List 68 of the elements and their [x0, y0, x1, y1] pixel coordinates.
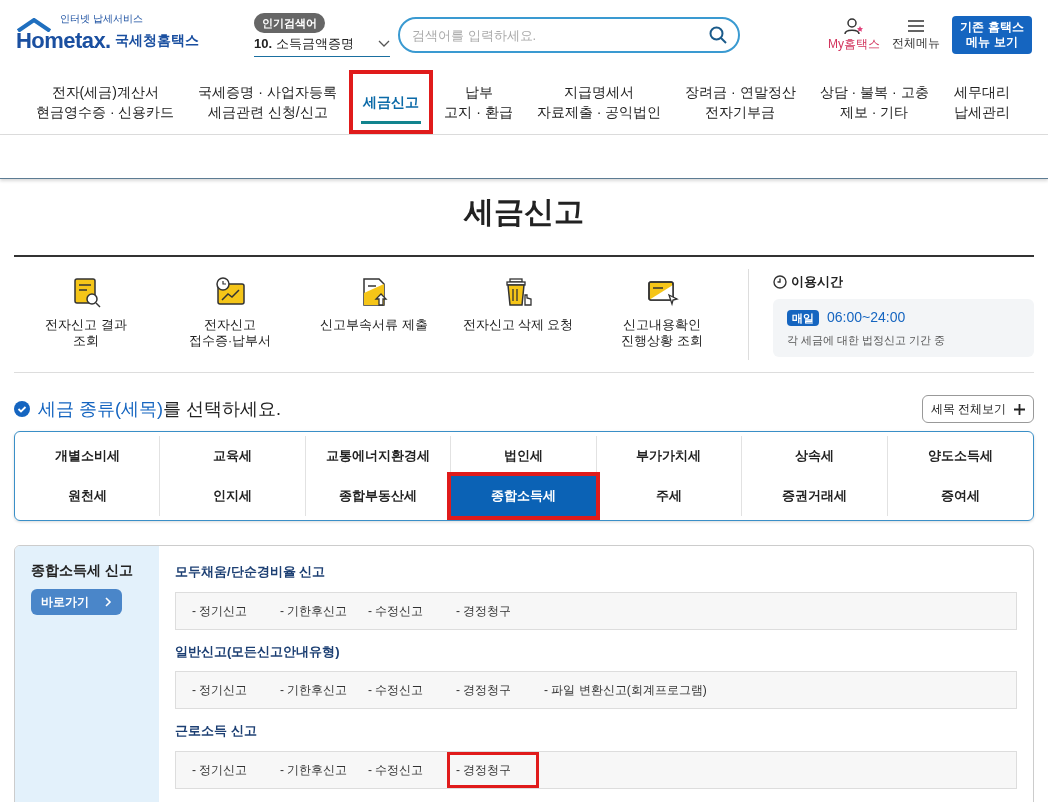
- filing-link[interactable]: - 수정신고: [362, 675, 448, 705]
- filing-link[interactable]: - 파일 변환신고(회계프로그램): [538, 675, 713, 705]
- tax-type-option[interactable]: 양도소득세: [887, 436, 1033, 476]
- usage-time-title: 이용시간: [791, 272, 843, 291]
- chevron-down-icon: [378, 39, 390, 48]
- filing-link[interactable]: - 정기신고: [186, 675, 272, 705]
- filing-link[interactable]: - 수정신고: [362, 754, 448, 785]
- tax-type-option[interactable]: 상속세: [742, 436, 887, 476]
- filing-link[interactable]: - 경정청구: [450, 675, 536, 705]
- quick-menu-link[interactable]: 전자신고 접수증·납부서: [158, 274, 302, 355]
- logo-wordmark[interactable]: Hometax.: [16, 30, 111, 52]
- quick-menu-link[interactable]: 전자신고 결과 조회: [14, 274, 158, 355]
- popular-search-label: 인기검색어: [254, 12, 325, 34]
- tax-type-option[interactable]: 교통에너지환경세: [305, 436, 451, 476]
- nav-tab[interactable]: 세무대리 납세관리: [942, 72, 1023, 132]
- quick-menu-link[interactable]: 전자신고 삭제 요청: [446, 274, 590, 355]
- filing-link[interactable]: - 수정신고: [362, 595, 448, 626]
- tax-type-option[interactable]: 원천세: [15, 476, 160, 516]
- tax-type-option[interactable]: 개별소비세: [15, 436, 160, 476]
- panel-title: 종합소득세 신고: [31, 561, 133, 580]
- popular-search-dropdown[interactable]: 10. 소득금액증명: [254, 31, 390, 58]
- filing-link[interactable]: - 정기신고: [186, 754, 272, 785]
- filing-group-title: 일반신고(모든신고안내유형): [175, 642, 341, 661]
- quick-menu-link[interactable]: 신고부속서류 제출: [302, 274, 446, 355]
- user-icon: [844, 17, 864, 35]
- usage-note: 각 세금에 대한 법정신고 기간 중: [787, 333, 947, 349]
- my-hometax-button[interactable]: My홈택스: [828, 17, 880, 53]
- page-title: 세금신고: [464, 194, 584, 230]
- classic-menu-button[interactable]: 기존 홈택스 메뉴 보기: [952, 16, 1032, 54]
- full-menu-button[interactable]: 전체메뉴: [892, 18, 940, 52]
- filing-link[interactable]: - 기한후신고: [274, 595, 360, 626]
- tax-type-option[interactable]: 주세: [596, 476, 742, 516]
- tax-type-option[interactable]: 종합부동산세: [305, 476, 451, 516]
- filing-link[interactable]: - 경정청구: [450, 754, 536, 785]
- tax-type-option[interactable]: 교육세: [160, 436, 305, 476]
- nav-tab[interactable]: 지급명세서 자료제출 · 공익법인: [524, 72, 674, 132]
- nav-tab[interactable]: 상담 · 불복 · 고충 제보 · 기타: [807, 72, 941, 132]
- tax-type-option[interactable]: 법인세: [451, 436, 596, 476]
- nav-tab[interactable]: 국세증명 · 사업자등록 세금관련 신청/신고: [186, 72, 349, 132]
- filing-group-title: 모두채움/단순경비율 신고: [175, 563, 327, 581]
- filing-link[interactable]: - 경정청구: [450, 595, 536, 626]
- filing-group-title: 근로소득 신고: [175, 722, 258, 740]
- daily-badge: 매일: [787, 309, 819, 326]
- nav-tab[interactable]: 전자(세금)계산서 현금영수증 · 신용카드: [24, 72, 187, 132]
- quick-menu-link[interactable]: 신고내용확인 진행상황 조회: [590, 274, 734, 355]
- tax-type-option[interactable]: 증여세: [887, 476, 1033, 516]
- usage-hours: 06:00~24:00: [827, 308, 906, 328]
- chevron-right-icon: [105, 597, 112, 607]
- view-all-taxes-button[interactable]: 세목 전체보기: [921, 395, 1034, 423]
- filing-link[interactable]: - 기한후신고: [274, 675, 360, 705]
- tax-type-option[interactable]: 부가가치세: [596, 436, 742, 476]
- section-heading: 세금 종류(세목)를 선택하세요.: [38, 397, 281, 421]
- tax-type-option[interactable]: 증권거래세: [742, 476, 887, 516]
- nav-tab[interactable]: 납부 고지 · 환급: [432, 72, 525, 132]
- filing-link[interactable]: - 정기신고: [186, 595, 272, 626]
- plus-icon: [1014, 403, 1025, 415]
- logo-tagline: 인터넷 납세서비스: [60, 13, 143, 25]
- search-field[interactable]: 검색어를 입력하세요.: [398, 17, 740, 53]
- nav-tab[interactable]: 장려금 · 연말정산 전자기부금: [673, 72, 808, 132]
- logo-name: 국세청홈택스: [114, 31, 199, 50]
- go-button[interactable]: 바로가기: [31, 589, 122, 615]
- nav-tab[interactable]: 세금신고: [350, 72, 431, 132]
- tax-type-option[interactable]: 인지세: [160, 476, 305, 516]
- check-circle-icon: [14, 401, 30, 417]
- search-icon[interactable]: [708, 25, 728, 45]
- menu-icon: [907, 18, 925, 34]
- filing-link[interactable]: - 기한후신고: [274, 754, 360, 785]
- clock-icon: [773, 274, 787, 289]
